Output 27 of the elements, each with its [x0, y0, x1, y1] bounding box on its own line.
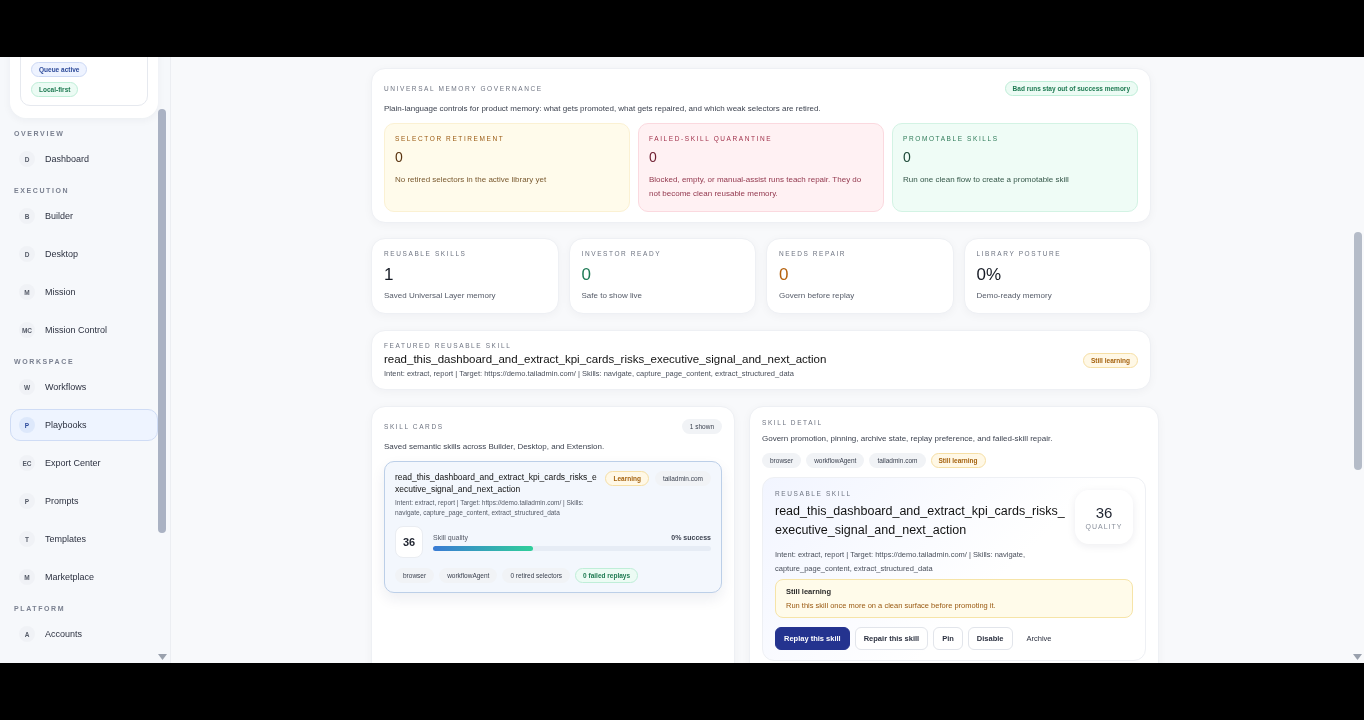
card-description: Saved semantic skills across Builder, Desktop, and Extension. — [384, 442, 606, 451]
skill-name: read_this_dashboard_and_extract_kpi_cards_risks_executive_signal_and_next_action — [395, 471, 598, 495]
quality-score: 36 — [1095, 504, 1113, 521]
quality-score: 36 — [395, 526, 423, 558]
tile-value: 0 — [395, 149, 404, 165]
scroll-down-arrow-icon[interactable] — [1353, 654, 1362, 660]
card-description: Govern promotion, pinning, archive state, replay preference, and failed-skill repair. — [762, 434, 1054, 443]
page-scrollbar[interactable] — [1354, 232, 1362, 470]
skill-name: read_this_dashboard_and_extract_kpi_cards_risks_executive_signal_and_next_action — [775, 503, 1065, 539]
scrollbar[interactable] — [158, 109, 166, 533]
card-description: Plain-language controls for product memory: what gets promoted, what gets repaired, and which weak selectors are retired. — [384, 104, 822, 113]
stat-value: 0 — [581, 265, 592, 285]
tile-value: 0 — [649, 149, 658, 165]
scroll-down-arrow-icon[interactable] — [158, 654, 167, 660]
stat-value: 1 — [384, 265, 395, 285]
tile-note: Blocked, empty, or manual-assist runs teach repair. They do not become clean reusable memory. — [649, 174, 863, 200]
tile-note: No retired selectors in the active library yet — [395, 174, 548, 186]
stat-note: Saved Universal Layer memory — [384, 291, 497, 300]
stat-note: Safe to show live — [581, 291, 643, 300]
stat-note: Govern before replay — [779, 291, 856, 300]
stat-note: Demo-ready memory — [976, 291, 1053, 300]
tile-value: 0 — [903, 149, 912, 165]
stat-value: 0 — [779, 265, 790, 285]
stat-value: 0% — [976, 265, 1003, 285]
skill-name: read_this_dashboard_and_extract_kpi_cards_risks_executive_signal_and_next_action — [384, 353, 827, 365]
tile-note: Run one clean flow to create a promotable skill — [903, 174, 1070, 186]
skill-card[interactable] — [384, 461, 722, 593]
